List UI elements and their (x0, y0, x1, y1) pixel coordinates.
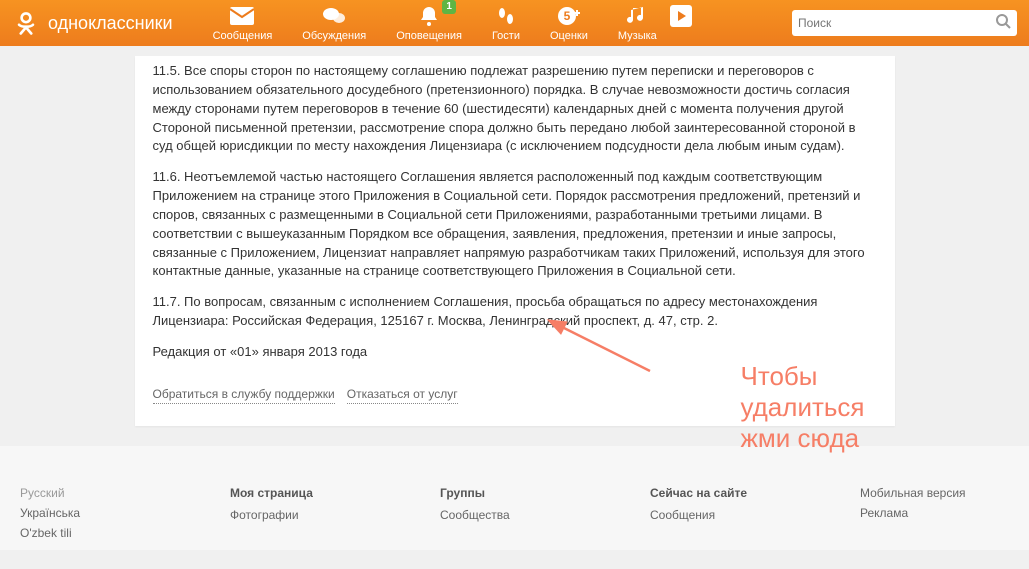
support-link[interactable]: Обратиться в службу поддержки (153, 386, 335, 404)
annotation-arrow-icon (545, 316, 655, 376)
footer-heading-online[interactable]: Сейчас на сайте (650, 486, 800, 500)
nav-discussions[interactable]: Обсуждения (302, 4, 366, 42)
brand-text: одноклассники (48, 13, 173, 34)
nav-music[interactable]: Музыка (618, 4, 657, 42)
footprints-icon (494, 4, 518, 28)
decline-services-link[interactable]: Отказаться от услуг (347, 386, 458, 404)
agreement-card: 11.5. Все споры сторон по настоящему сог… (135, 56, 895, 426)
main: 11.5. Все споры сторон по настоящему сог… (0, 46, 1029, 446)
agreement-11-5: 11.5. Все споры сторон по настоящему сог… (153, 62, 877, 156)
search-input[interactable] (798, 16, 996, 30)
nav-messages[interactable]: Сообщения (213, 4, 273, 42)
svg-text:5: 5 (564, 9, 571, 23)
notifications-badge: 1 (442, 0, 456, 14)
footer-link-mobile[interactable]: Мобильная версия (860, 486, 1010, 500)
bell-icon (417, 4, 441, 28)
lang-ru[interactable]: Русский (20, 486, 170, 500)
nav-play[interactable] (669, 4, 693, 42)
chat-icon (322, 4, 346, 28)
footer-link-communities[interactable]: Сообщества (440, 508, 590, 522)
agreement-11-7: 11.7. По вопросам, связанным с исполнени… (153, 293, 877, 331)
search-box[interactable] (792, 10, 1017, 36)
search-button[interactable] (996, 14, 1011, 32)
footer-link-messages[interactable]: Сообщения (650, 508, 800, 522)
nav-guests[interactable]: Гости (492, 4, 520, 42)
footer-col-groups: Группы Сообщества (440, 486, 590, 540)
top-nav: Сообщения Обсуждения 1 Оповещения Гости … (213, 4, 792, 42)
footer-col-misc: Мобильная версия Реклама (860, 486, 1010, 540)
envelope-icon (230, 4, 254, 28)
footer-link-photos[interactable]: Фотографии (230, 508, 380, 522)
music-note-icon (625, 4, 649, 28)
nav-notifications[interactable]: 1 Оповещения (396, 4, 462, 42)
agreement-revision: Редакция от «01» января 2013 года (153, 343, 877, 362)
magnifier-icon (996, 14, 1011, 29)
ok-logo-icon (12, 9, 40, 37)
lang-uk[interactable]: Українська (20, 506, 170, 520)
footer-heading-groups[interactable]: Группы (440, 486, 590, 500)
play-icon (669, 4, 693, 28)
annotation-text: Чтобы удалиться жми сюда (741, 361, 865, 455)
five-plus-icon: 5 (557, 4, 581, 28)
footer-col-mypage: Моя страница Фотографии (230, 486, 380, 540)
footer: Русский Українська O'zbek tili Моя стран… (0, 446, 1029, 550)
footer-link-ads[interactable]: Реклама (860, 506, 1010, 520)
agreement-11-6: 11.6. Неотъемлемой частью настоящего Сог… (153, 168, 877, 281)
nav-ratings[interactable]: 5 Оценки (550, 4, 588, 42)
logo[interactable]: одноклассники (12, 9, 173, 37)
footer-languages: Русский Українська O'zbek tili (20, 486, 170, 540)
footer-col-online: Сейчас на сайте Сообщения (650, 486, 800, 540)
footer-heading-mypage[interactable]: Моя страница (230, 486, 380, 500)
header: одноклассники Сообщения Обсуждения 1 Опо… (0, 0, 1029, 46)
lang-uz[interactable]: O'zbek tili (20, 526, 170, 540)
